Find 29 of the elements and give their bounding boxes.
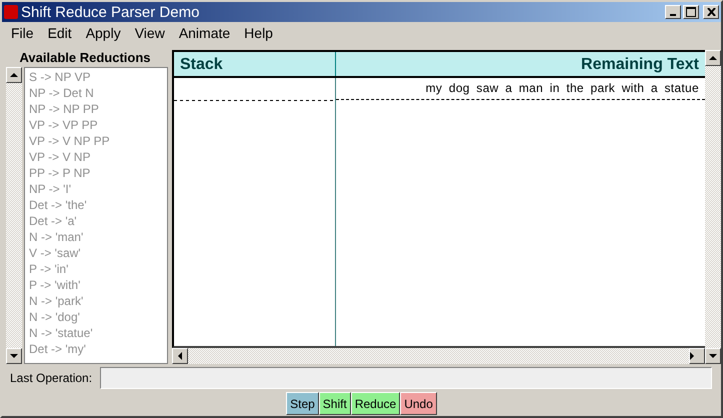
action-button[interactable]: Shift xyxy=(318,392,351,415)
scroll-up-button[interactable] xyxy=(6,67,22,83)
scroll-down-button[interactable] xyxy=(705,348,721,364)
scroll-down-button[interactable] xyxy=(6,348,22,364)
action-button[interactable]: Reduce xyxy=(350,392,400,415)
panel-title: Available Reductions xyxy=(18,50,152,67)
maximize-button[interactable] xyxy=(683,5,699,19)
scrollbar[interactable] xyxy=(6,67,22,364)
menu-item[interactable]: File xyxy=(6,25,43,41)
minimize-button[interactable] xyxy=(665,5,681,19)
menu-item[interactable]: Edit xyxy=(42,25,81,41)
column-header: Remaining Text xyxy=(580,55,700,75)
menu-item[interactable]: Help xyxy=(239,25,282,41)
window-title: Shift Reduce Parser Demo xyxy=(21,4,200,20)
scroll-up-button[interactable] xyxy=(705,50,721,66)
action-button[interactable]: Undo xyxy=(400,392,437,415)
menu-item[interactable]: Animate xyxy=(174,25,240,41)
field-label: Last Operation: xyxy=(10,371,92,385)
scrollbar[interactable] xyxy=(172,348,721,364)
menu-item[interactable]: View xyxy=(130,25,174,41)
app-logo-icon xyxy=(4,5,18,19)
column-header: Stack xyxy=(174,52,336,76)
close-button[interactable] xyxy=(703,5,719,19)
close-icon xyxy=(706,8,716,16)
action-button[interactable]: Step xyxy=(286,392,319,415)
scroll-right-button[interactable] xyxy=(689,348,705,364)
menu-item[interactable]: Apply xyxy=(80,25,130,41)
scrollbar[interactable] xyxy=(705,50,721,348)
scroll-left-button[interactable] xyxy=(172,348,188,364)
